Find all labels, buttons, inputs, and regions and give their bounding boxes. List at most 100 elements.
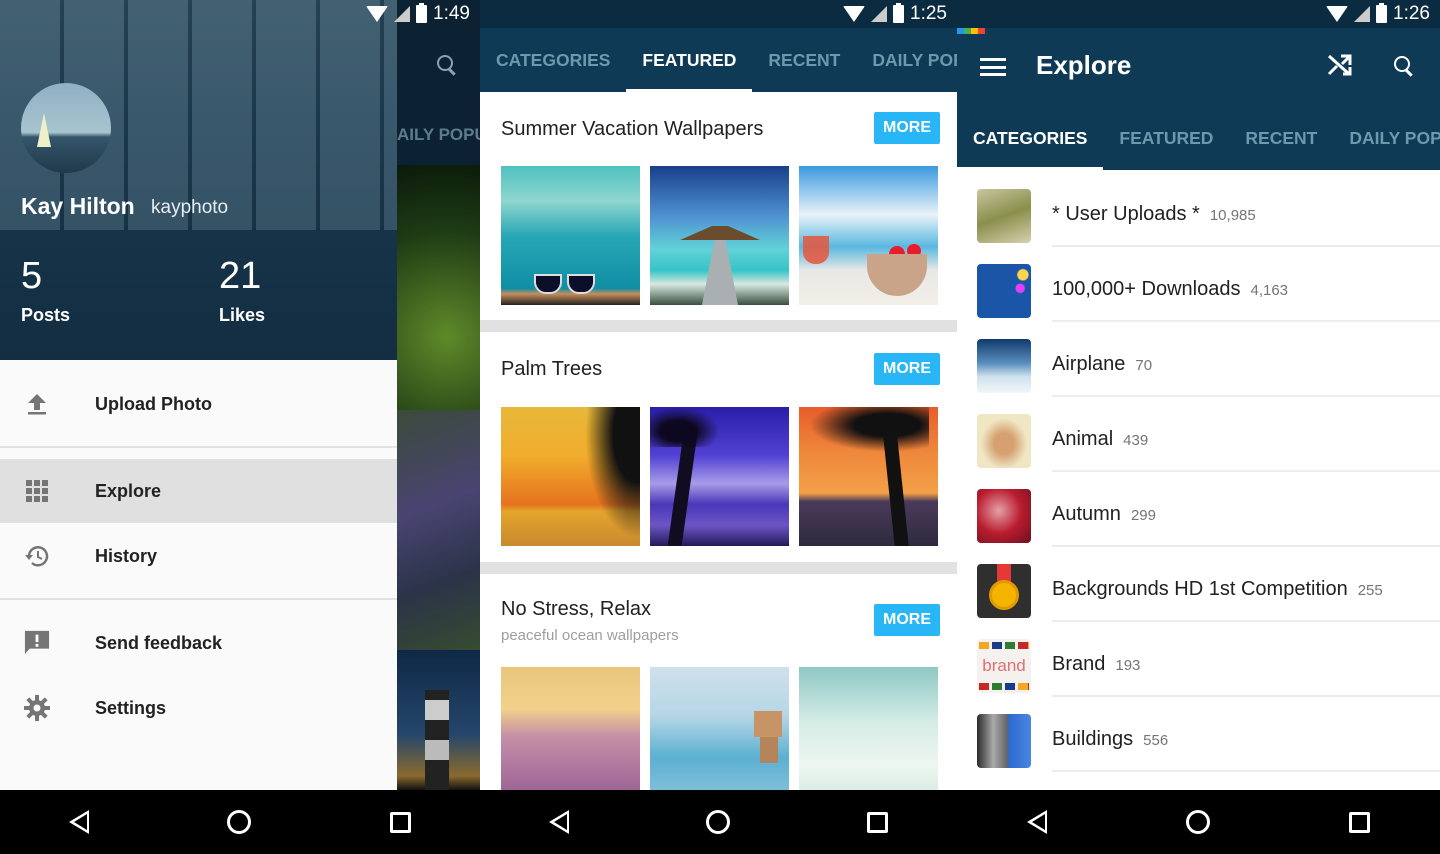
tab-featured[interactable]: FEATURED bbox=[1103, 106, 1229, 170]
page-title: Explore bbox=[1036, 50, 1132, 80]
collection-card: No Stress, Relax peaceful ocean wallpape… bbox=[480, 574, 957, 806]
recents-icon[interactable] bbox=[1349, 811, 1371, 833]
category-item[interactable]: Animal 439 bbox=[957, 397, 1440, 472]
drawer-item-label: Send feedback bbox=[95, 632, 223, 653]
category-thumbnail bbox=[977, 714, 1031, 768]
drawer-item-settings[interactable]: Settings bbox=[0, 676, 397, 740]
signal-icon bbox=[1354, 6, 1371, 22]
category-count: 299 bbox=[1130, 507, 1156, 524]
tab-categories[interactable]: CATEGORIES bbox=[957, 106, 1104, 170]
category-item[interactable]: Backgrounds HD 1st Competition 255 bbox=[957, 547, 1440, 622]
home-icon[interactable] bbox=[227, 810, 252, 834]
category-count: 439 bbox=[1123, 432, 1149, 449]
category-name: Animal bbox=[1052, 428, 1114, 450]
category-thumbnail bbox=[977, 414, 1031, 468]
wallpaper-thumbnail bbox=[397, 410, 480, 650]
category-thumbnail bbox=[977, 564, 1031, 618]
grid-icon bbox=[24, 478, 50, 504]
category-count: 70 bbox=[1135, 357, 1153, 374]
avatar[interactable] bbox=[21, 83, 111, 173]
battery-icon bbox=[416, 3, 428, 23]
wifi-icon bbox=[366, 6, 389, 22]
wallpaper-thumbnail[interactable] bbox=[501, 667, 640, 806]
category-thumbnail bbox=[977, 189, 1031, 243]
category-thumbnail bbox=[977, 489, 1031, 543]
collection-card: Summer Vacation Wallpapers MORE bbox=[480, 92, 957, 320]
wallpaper-thumbnail[interactable] bbox=[799, 166, 938, 305]
battery-icon bbox=[893, 3, 905, 23]
system-nav-bar bbox=[480, 790, 957, 854]
home-icon[interactable] bbox=[705, 810, 730, 834]
background-content: AILY POPU bbox=[397, 0, 480, 790]
upload-icon bbox=[24, 391, 50, 417]
profile-username: kayphoto bbox=[151, 197, 229, 218]
app-bar: Explore CATEGORIES FEATURED RECENT DAILY… bbox=[957, 28, 1440, 170]
back-icon[interactable] bbox=[69, 810, 90, 834]
category-count: 193 bbox=[1115, 657, 1141, 674]
recents-icon[interactable] bbox=[389, 811, 411, 833]
category-item[interactable]: brand Brand 193 bbox=[957, 622, 1440, 697]
category-item[interactable]: Airplane 70 bbox=[957, 322, 1440, 397]
tab-categories[interactable]: CATEGORIES bbox=[480, 28, 626, 92]
category-item[interactable]: Autumn 299 bbox=[957, 472, 1440, 547]
system-nav-bar bbox=[957, 790, 1440, 854]
drawer-item-label: Upload Photo bbox=[95, 393, 212, 414]
category-name: Backgrounds HD 1st Competition bbox=[1052, 578, 1348, 600]
menu-icon[interactable] bbox=[980, 58, 1006, 76]
wallpaper-thumbnail[interactable] bbox=[799, 407, 938, 546]
wallpaper-thumbnail[interactable] bbox=[501, 407, 640, 546]
category-name: Autumn bbox=[1052, 503, 1121, 525]
tab-daily-popular-partial: AILY POPU bbox=[397, 125, 480, 144]
more-button[interactable]: MORE bbox=[874, 353, 940, 385]
search-icon[interactable] bbox=[1394, 56, 1414, 76]
gear-icon bbox=[24, 695, 50, 721]
status-bar: 1:49 bbox=[0, 0, 480, 28]
collection-title: No Stress, Relax bbox=[501, 598, 652, 620]
category-count: 10,985 bbox=[1209, 207, 1256, 224]
tab-recent[interactable]: RECENT bbox=[752, 28, 856, 92]
likes-count[interactable]: 21 bbox=[219, 255, 261, 298]
back-icon[interactable] bbox=[1026, 810, 1047, 834]
more-button[interactable]: MORE bbox=[874, 604, 940, 636]
wallpaper-thumbnail[interactable] bbox=[650, 667, 789, 806]
wallpaper-thumbnail[interactable] bbox=[799, 667, 938, 806]
signal-icon bbox=[394, 6, 411, 22]
category-item[interactable]: Buildings 556 bbox=[957, 697, 1440, 772]
drawer-item-explore[interactable]: Explore bbox=[0, 459, 397, 523]
recents-icon[interactable] bbox=[867, 811, 889, 833]
color-strip bbox=[957, 28, 985, 34]
tab-featured[interactable]: FEATURED bbox=[626, 28, 753, 92]
category-count: 255 bbox=[1357, 582, 1383, 599]
tab-recent[interactable]: RECENT bbox=[1229, 106, 1333, 170]
drawer-item-label: Explore bbox=[95, 480, 162, 501]
collection-card: Palm Trees MORE bbox=[480, 332, 957, 562]
tab-daily-popular[interactable]: DAILY POPU bbox=[1333, 106, 1440, 170]
drawer-item-send-feedback[interactable]: Send feedback bbox=[0, 611, 397, 675]
status-time: 1:49 bbox=[433, 3, 470, 24]
home-icon[interactable] bbox=[1185, 810, 1210, 834]
posts-count[interactable]: 5 bbox=[21, 255, 42, 298]
category-name: Airplane bbox=[1052, 353, 1126, 375]
wallpaper-thumbnail[interactable] bbox=[650, 166, 789, 305]
tab-daily-popular[interactable]: DAILY POPU bbox=[856, 28, 957, 92]
category-item[interactable]: * User Uploads * 10,985 bbox=[957, 172, 1440, 247]
posts-label[interactable]: Posts bbox=[21, 305, 70, 326]
category-name: Brand bbox=[1052, 653, 1106, 675]
collection-subtitle: peaceful ocean wallpapers bbox=[501, 627, 679, 644]
wallpaper-thumbnail[interactable] bbox=[501, 166, 640, 305]
shuffle-icon[interactable] bbox=[1327, 53, 1353, 84]
back-icon[interactable] bbox=[548, 810, 569, 834]
screen-profile-drawer: AILY POPU Kay Hilton kayphoto 5 Posts 21… bbox=[0, 0, 480, 854]
likes-label[interactable]: Likes bbox=[219, 305, 265, 326]
status-time: 1:25 bbox=[910, 3, 947, 24]
category-name: * User Uploads * bbox=[1052, 203, 1200, 225]
category-item[interactable]: 100,000+ Downloads 4,163 bbox=[957, 247, 1440, 322]
nav-drawer: Upload Photo Explore History Send feedba… bbox=[0, 360, 397, 790]
wifi-icon bbox=[843, 6, 866, 22]
wallpaper-thumbnail[interactable] bbox=[650, 407, 789, 546]
category-name: 100,000+ Downloads bbox=[1052, 278, 1241, 300]
drawer-item-upload-photo[interactable]: Upload Photo bbox=[0, 372, 397, 436]
more-button[interactable]: MORE bbox=[874, 112, 940, 144]
drawer-item-history[interactable]: History bbox=[0, 524, 397, 588]
status-bar: 1:26 bbox=[957, 0, 1440, 28]
